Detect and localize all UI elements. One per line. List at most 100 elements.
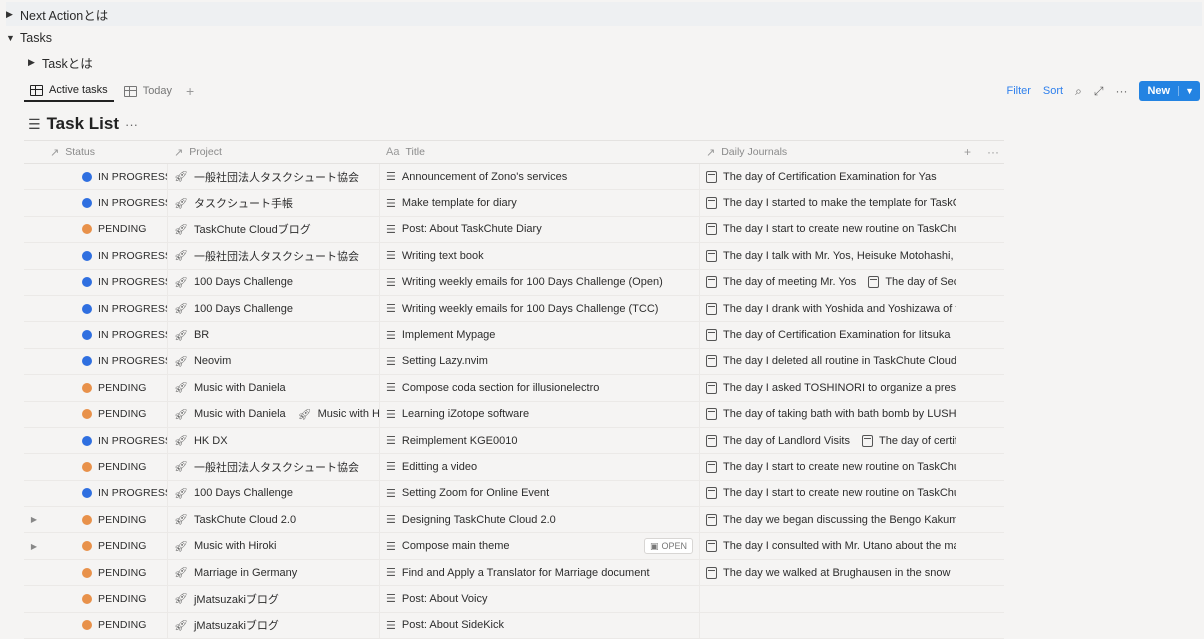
title-cell[interactable]: ☰ Post: About Voicy [380, 586, 700, 612]
journal-link[interactable]: The day I start to create new routine on… [723, 461, 956, 473]
project-link[interactable]: jMatsuzakiブログ [194, 591, 279, 607]
row-expand-toggle[interactable] [24, 481, 44, 506]
filter-button[interactable]: Filter [1006, 85, 1030, 97]
row-expand-toggle[interactable] [24, 428, 44, 453]
row-expand-toggle[interactable] [24, 164, 44, 189]
status-cell[interactable]: PENDING [44, 559, 168, 586]
chevron-down-icon[interactable]: ▼ [1178, 86, 1200, 96]
journal-cell[interactable]: The day I deleted all routine in TaskChu… [700, 349, 956, 374]
title-cell[interactable]: ☰ Writing weekly emails for 100 Days Chal… [380, 269, 700, 295]
project-cell[interactable]: 🚀︎ 100 Days Challenge [168, 269, 380, 295]
row-expand-toggle[interactable] [24, 454, 44, 479]
expand-icon[interactable]: ⤢ [1094, 84, 1104, 99]
task-title[interactable]: Make template for diary [402, 197, 517, 209]
project-cell[interactable]: 🚀︎ jMatsuzakiブログ [168, 612, 380, 639]
collapsed-triangle-icon[interactable]: ▶ [31, 542, 37, 551]
journal-link[interactable]: The day of Secu [885, 276, 956, 288]
task-title[interactable]: Editting a video [402, 461, 477, 473]
project-cell[interactable]: 🚀︎ Marriage in Germany [168, 559, 380, 586]
task-title[interactable]: Writing weekly emails for 100 Days Chall… [402, 303, 659, 315]
row-expand-toggle[interactable]: ▶ [24, 507, 44, 532]
project-link[interactable]: Marriage in Germany [194, 567, 297, 579]
project-link[interactable]: 一般社団法人タスクシュート協会 [194, 169, 359, 185]
table-row[interactable]: IN PROGRESS 🚀︎ タスクシュート手帳 ☰ Make template for… [24, 190, 1004, 217]
journal-link[interactable]: The day I started to make the template f… [723, 197, 956, 209]
project-link[interactable]: 100 Days Challenge [194, 487, 293, 499]
title-cell[interactable]: ☰ Find and Apply a Translator for Marriag… [380, 559, 700, 586]
status-cell[interactable]: PENDING [44, 216, 168, 243]
more-options-icon[interactable]: ··· [987, 145, 999, 159]
task-title[interactable]: Implement Mypage [402, 329, 496, 341]
journal-link[interactable]: The day we walked at Brughausen in the s… [723, 567, 950, 579]
expanded-triangle-icon[interactable]: ▼ [6, 33, 20, 43]
task-title[interactable]: Writing weekly emails for 100 Days Chall… [402, 276, 663, 288]
project-link[interactable]: TaskChute Cloudブログ [194, 221, 311, 237]
project-cell[interactable]: 🚀︎ TaskChute Cloudブログ [168, 216, 380, 243]
column-project[interactable]: ↗ Project [168, 141, 380, 163]
tab-today[interactable]: Today [118, 80, 178, 102]
project-link[interactable]: 一般社団法人タスクシュート協会 [194, 248, 359, 264]
title-cell[interactable]: ☰ Make template for diary [380, 190, 700, 216]
journal-cell[interactable]: The day I start to create new routine on… [700, 454, 956, 479]
project-link[interactable]: Music with Daniela [194, 408, 286, 420]
column-daily-journals[interactable]: ↗ Daily Journals [700, 141, 956, 163]
journal-link[interactable]: The day I consulted with Mr. Utano about… [723, 540, 956, 552]
table-row[interactable]: IN PROGRESS 🚀︎ 一般社団法人タスクシュート協会 ☰ Announcemen… [24, 164, 1004, 191]
journal-cell[interactable]: The day of Certification Examination for… [700, 322, 956, 347]
project-link[interactable]: Neovim [194, 355, 231, 367]
title-cell[interactable]: ☰ Writing weekly emails for 100 Days Chal… [380, 295, 700, 322]
project-cell[interactable]: 🚀︎ HK DX [168, 427, 380, 454]
table-row[interactable]: PENDING 🚀︎ jMatsuzakiブログ ☰ Post: About SideK… [24, 612, 1004, 639]
status-cell[interactable]: PENDING [44, 533, 168, 559]
task-title[interactable]: Post: About SideKick [402, 619, 504, 631]
row-expand-toggle[interactable] [24, 296, 44, 321]
project-link[interactable]: 100 Days Challenge [194, 303, 293, 315]
row-expand-toggle[interactable] [24, 402, 44, 427]
task-title[interactable]: Post: About TaskChute Diary [402, 223, 542, 235]
add-view-icon[interactable]: + [182, 83, 198, 99]
journal-cell[interactable]: The day I start to create new routine on… [700, 481, 956, 506]
journal-link[interactable]: The day I drank with Yoshida and Yoshiza… [723, 303, 956, 315]
journal-cell[interactable]: The day of Certification Examination for… [700, 164, 956, 189]
journal-link[interactable]: The day of Certification Examination for… [723, 171, 937, 183]
title-cell[interactable]: ☰ Editting a video [380, 454, 700, 480]
task-title[interactable]: Find and Apply a Translator for Marriage… [402, 567, 650, 579]
task-title[interactable]: Learning iZotope software [402, 408, 529, 420]
row-expand-toggle[interactable]: ▶ [24, 533, 44, 558]
journal-cell[interactable]: The day I start to create new routine on… [700, 217, 956, 242]
journal-link[interactable]: The day of certifi [879, 435, 956, 447]
table-row[interactable]: PENDING 🚀︎ Music with Daniela ☰ Compose coda… [24, 375, 1004, 402]
table-row[interactable]: IN PROGRESS 🚀︎ Neovim ☰ Setting Lazy.nvim The… [24, 348, 1004, 376]
project-link[interactable]: 一般社団法人タスクシュート協会 [194, 459, 359, 475]
project-cell[interactable]: 🚀︎ 一般社団法人タスクシュート協会 [168, 164, 380, 190]
project-cell[interactable]: 🚀︎ Music with Hiroki [168, 533, 380, 559]
journal-cell[interactable]: The day I asked TOSHINORI to organize a … [700, 375, 956, 400]
journal-link[interactable]: The day I asked TOSHINORI to organize a … [723, 382, 956, 394]
status-cell[interactable]: PENDING [44, 401, 168, 427]
title-cell[interactable]: ☰ Implement Mypage [380, 322, 700, 348]
title-cell[interactable]: ☰ Setting Lazy.nvim [380, 348, 700, 375]
project-link[interactable]: 100 Days Challenge [194, 276, 293, 288]
project-cell[interactable]: 🚀︎ Music with Daniela [168, 375, 380, 401]
project-link[interactable]: HK DX [194, 435, 228, 447]
project-cell[interactable]: 🚀︎ TaskChute Cloud 2.0 [168, 507, 380, 533]
project-cell[interactable]: 🚀︎ Neovim [168, 348, 380, 375]
status-cell[interactable]: IN PROGRESS [44, 190, 168, 216]
row-expand-toggle[interactable] [24, 190, 44, 215]
project-cell[interactable]: 🚀︎ タスクシュート手帳 [168, 190, 380, 216]
status-cell[interactable]: PENDING [44, 612, 168, 639]
row-expand-toggle[interactable] [24, 243, 44, 268]
table-row[interactable]: IN PROGRESS 🚀︎ HK DX ☰ Reimplement KGE0010 Th… [24, 427, 1004, 455]
status-cell[interactable]: PENDING [44, 586, 168, 612]
journal-link[interactable]: The day of Certification Examination for… [723, 329, 950, 341]
project-cell[interactable]: 🚀︎ BR [168, 322, 380, 348]
row-expand-toggle[interactable] [24, 586, 44, 611]
journal-cell[interactable]: The day we began discussing the Bengo Ka… [700, 507, 956, 532]
task-title[interactable]: Reimplement KGE0010 [402, 435, 518, 447]
journal-link[interactable]: The day I talk with Mr. Yos, Heisuke Mot… [723, 250, 956, 262]
title-cell[interactable]: ☰ Learning iZotope software [380, 401, 700, 427]
project-link[interactable]: Music with Hiroki [194, 540, 277, 552]
title-cell[interactable]: ☰ Reimplement KGE0010 [380, 427, 700, 454]
journal-cell[interactable] [700, 586, 956, 611]
open-page-button[interactable]: ▣ OPEN [643, 538, 693, 555]
